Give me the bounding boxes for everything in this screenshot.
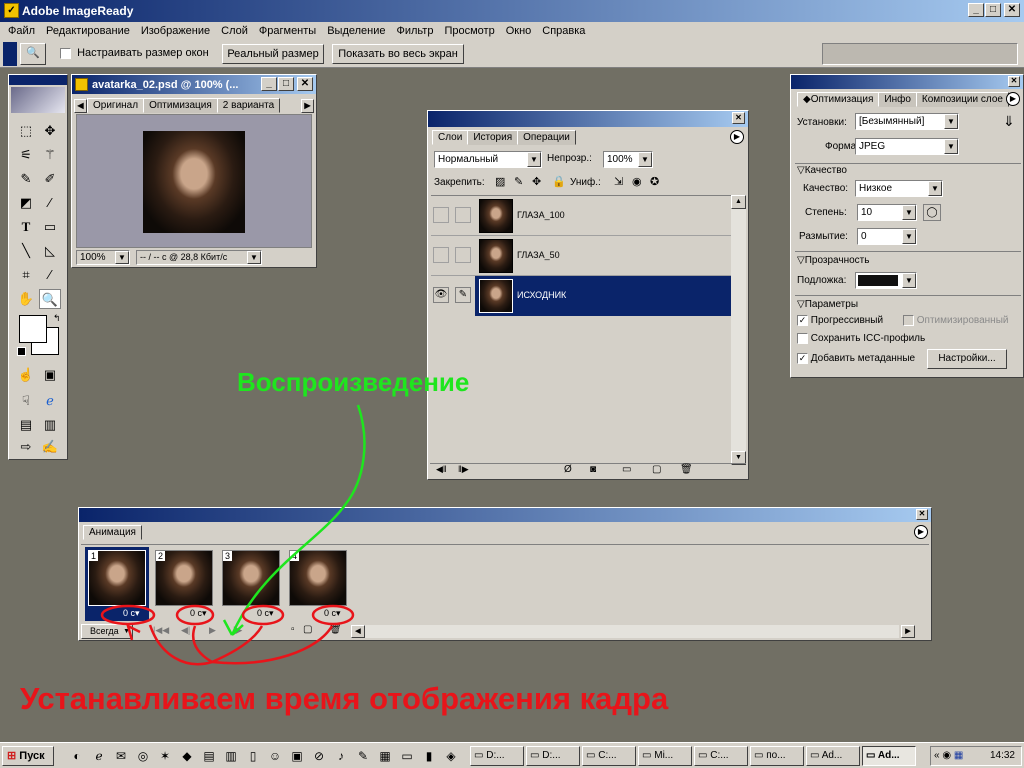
start-button[interactable]: ⊞ Пуск	[2, 746, 54, 766]
quick-launch: ◐ ℯ ✉ ◎ ✶ ◆ ▤ ▥ ▯ ☺ ▣ ⊘ ♪ ✎ ▦ ▭ ▮ ◈	[62, 743, 468, 768]
annotation-arrows	[100, 404, 366, 666]
task-button[interactable]: ▭ по...	[750, 746, 804, 766]
tray-expand-icon[interactable]: «	[934, 750, 940, 761]
app-icon[interactable]: ✶	[156, 748, 174, 764]
ie-icon[interactable]: ℯ	[90, 748, 108, 764]
task-icon: ▭	[754, 750, 767, 761]
language-flag-icon[interactable]: ▦	[954, 750, 963, 761]
task-button[interactable]: ▭ D:...	[470, 746, 524, 766]
task-button[interactable]: ▭ Ad...	[806, 746, 860, 766]
task-label: Mi...	[654, 750, 674, 761]
app-icon[interactable]: ▣	[288, 748, 306, 764]
app-icon[interactable]: ▦	[376, 748, 394, 764]
task-icon: ▭	[866, 750, 878, 761]
app-icon[interactable]: ◈	[442, 748, 460, 764]
clock: 14:32	[989, 750, 1015, 761]
task-button[interactable]: ▭ C:...	[694, 746, 748, 766]
media-icon[interactable]: ◎	[134, 748, 152, 764]
app-icon[interactable]: ▭	[398, 748, 416, 764]
taskbar: ⊞ Пуск ◐ ℯ ✉ ◎ ✶ ◆ ▤ ▥ ▯ ☺ ▣ ⊘ ♪ ✎ ▦ ▭ ▮ ◈ ▭ D:... ▭ D:...…	[0, 742, 1024, 768]
task-label: Ad...	[821, 750, 843, 761]
task-icon: ▭	[586, 750, 599, 761]
task-button[interactable]: ▭ Mi...	[638, 746, 692, 766]
app-icon[interactable]: ▤	[200, 748, 218, 764]
task-label: D:...	[486, 750, 505, 761]
task-button[interactable]: ▭ Ad...	[862, 746, 916, 766]
system-tray: « ◉ ▦ 14:32	[930, 746, 1022, 766]
app-icon[interactable]: ☺	[266, 748, 284, 764]
outlook-icon[interactable]: ✉	[112, 748, 130, 764]
task-icon: ▭	[810, 750, 822, 761]
task-button[interactable]: ▭ C:...	[582, 746, 636, 766]
tray-app-icon[interactable]: ◉	[942, 750, 951, 761]
app-icon[interactable]: ◆	[178, 748, 196, 764]
task-label: по...	[766, 750, 786, 761]
app-icon[interactable]: ♪	[332, 748, 350, 764]
task-label: C:...	[710, 750, 729, 761]
task-label: Ad...	[877, 750, 900, 761]
doc-icon[interactable]: ▯	[244, 748, 262, 764]
windows-logo-icon: ⊞	[7, 750, 17, 762]
task-label: D:...	[542, 750, 561, 761]
app-icon[interactable]: ▥	[222, 748, 240, 764]
task-icon: ▭	[474, 750, 487, 761]
app-icon[interactable]: ⊘	[310, 748, 328, 764]
task-icon: ▭	[642, 750, 655, 761]
app-icon[interactable]: ✎	[354, 748, 372, 764]
task-label: C:...	[598, 750, 617, 761]
task-button[interactable]: ▭ D:...	[526, 746, 580, 766]
app-icon[interactable]: ▮	[420, 748, 438, 764]
explorer-icon[interactable]: ◐	[68, 748, 86, 764]
task-icon: ▭	[530, 750, 543, 761]
task-icon: ▭	[698, 750, 711, 761]
task-buttons: ▭ D:... ▭ D:... ▭ C:... ▭ Mi... ▭ C:... ▭ по.…	[470, 746, 930, 766]
